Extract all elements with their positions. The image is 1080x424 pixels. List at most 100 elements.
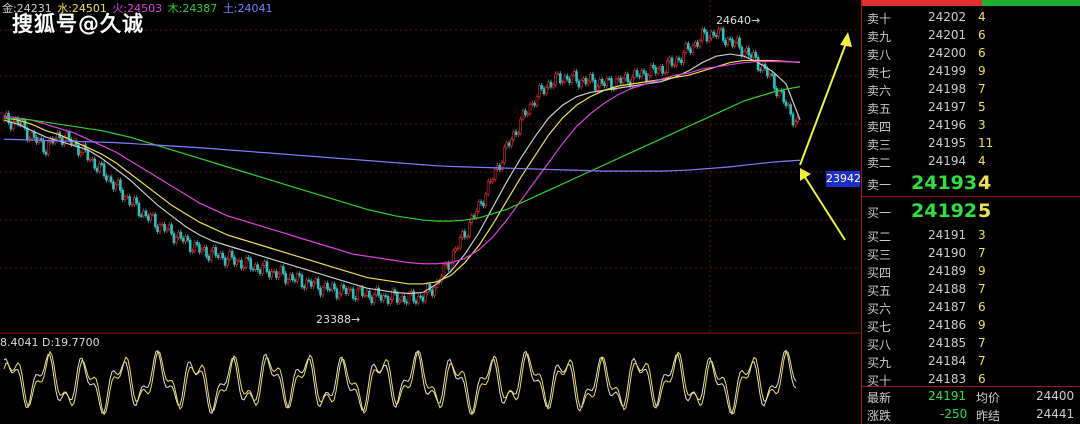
candle-body: [181, 237, 185, 242]
bid-volume: 7: [978, 336, 986, 350]
candle-body: [766, 68, 769, 77]
candle-body: [177, 231, 180, 238]
bid-price: 24192: [911, 200, 978, 222]
candle-body: [221, 252, 225, 259]
candle-body: [165, 228, 169, 232]
candle-body: [524, 110, 527, 116]
ask-label: 卖三: [867, 138, 892, 152]
bid-volume: 6: [978, 300, 986, 314]
candle-body: [759, 69, 762, 72]
candle-body: [302, 286, 306, 289]
ask-volume: 7: [978, 82, 986, 96]
candle-body: [172, 233, 176, 243]
candle-body: [579, 80, 583, 88]
candle-body: [770, 73, 774, 76]
bid-price: 24191: [928, 228, 967, 242]
candle-body: [79, 152, 83, 156]
candle-body: [654, 67, 657, 74]
candle-body: [265, 261, 269, 272]
ask-row: 卖七 24199 9: [862, 62, 1080, 80]
ask-label: 卖七: [867, 66, 892, 80]
candle-body: [163, 223, 166, 232]
candle-body: [619, 77, 623, 84]
oscillator-legend: 8.4041 D:19.7700: [0, 336, 100, 349]
candle-body: [710, 31, 713, 39]
candle-body: [584, 78, 588, 85]
candle-body: [244, 257, 248, 268]
candle-body: [25, 127, 29, 141]
ask-volume: 6: [978, 28, 986, 42]
candle-body: [153, 214, 157, 227]
candle-body: [535, 96, 539, 106]
candle-body: [170, 224, 173, 234]
candle-body: [193, 241, 197, 252]
candle-body: [633, 70, 637, 78]
candle-body: [426, 283, 429, 293]
candle-body: [659, 66, 662, 70]
candle-body: [351, 288, 355, 299]
candle-body: [128, 196, 131, 205]
ask-row: 卖十 24202 4: [862, 8, 1080, 26]
candle-body: [174, 237, 178, 243]
candle-body: [563, 75, 567, 83]
candle-body: [514, 131, 518, 135]
bid-label: 买九: [867, 356, 892, 370]
prev-label: 昨结: [976, 409, 1001, 423]
bid-volume: 3: [978, 228, 986, 242]
bid-volume: 5: [978, 200, 992, 222]
candle-body: [454, 248, 457, 252]
candle-body: [610, 78, 613, 90]
candle-body: [782, 90, 786, 103]
candle-body: [598, 79, 602, 87]
bid-label: 买三: [867, 248, 892, 262]
candle-body: [652, 64, 655, 68]
candle-body: [42, 140, 45, 153]
candlestick-chart[interactable]: [0, 0, 860, 424]
bid-label: 买一: [867, 206, 892, 220]
candle-body: [305, 279, 308, 289]
candle-body: [389, 299, 392, 304]
candle-body: [698, 40, 702, 47]
candle-body: [91, 158, 94, 161]
candle-body: [677, 57, 681, 61]
candle-body: [796, 117, 799, 123]
candle-body: [479, 201, 483, 204]
candle-body: [216, 255, 220, 258]
candle-body: [382, 295, 385, 301]
candle-body: [198, 244, 201, 253]
candle-body: [300, 274, 304, 287]
candle-body: [686, 43, 690, 50]
low-label: 23388→: [316, 313, 361, 326]
candle-body: [342, 284, 346, 289]
candle-body: [591, 73, 595, 81]
candle-body: [98, 163, 101, 172]
candle-body: [328, 288, 332, 291]
chg-value: -250: [940, 407, 968, 421]
candle-body: [456, 247, 460, 250]
candle-body: [787, 104, 790, 107]
book-top-bar: [862, 0, 1080, 6]
candle-body: [330, 283, 334, 290]
candle-body: [740, 46, 744, 57]
candle-body: [486, 181, 490, 195]
candle-body: [773, 74, 776, 89]
bid-row: 买六 24187 6: [862, 298, 1080, 316]
candle-body: [668, 57, 671, 62]
candle-body: [344, 288, 348, 294]
candle-body: [442, 263, 446, 277]
candle-body: [545, 86, 548, 95]
bid-row: 买一 24192 5: [862, 200, 1080, 222]
chart-area[interactable]: 金:24231 水:24501 火:24503 木:24387 土:24041 …: [0, 0, 861, 424]
candle-body: [46, 141, 50, 155]
candle-body: [361, 287, 364, 296]
candle-body: [463, 231, 467, 238]
candle-body: [372, 294, 376, 304]
price-tag: 23942: [826, 171, 861, 187]
ask-row: 卖一 24193 4: [862, 172, 1080, 194]
candle-body: [116, 179, 120, 185]
candle-body: [642, 70, 646, 74]
candle-body: [661, 66, 664, 74]
bid-row: 买七 24186 9: [862, 316, 1080, 334]
candle-body: [582, 78, 585, 81]
candle-body: [228, 250, 232, 260]
